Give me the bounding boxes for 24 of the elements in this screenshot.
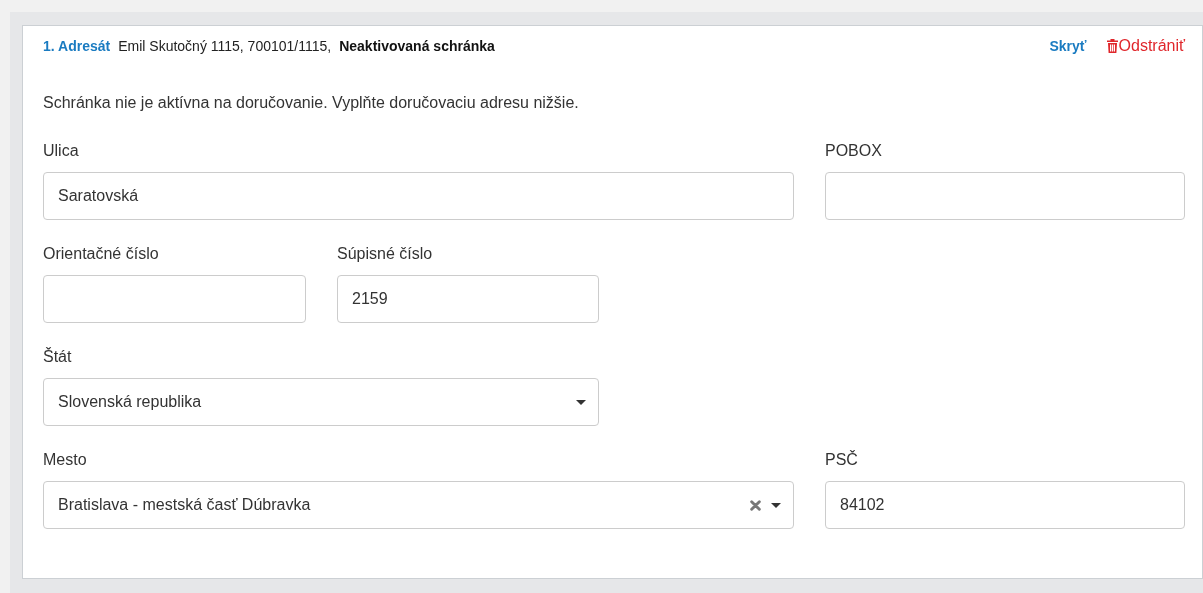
caret-icon	[576, 399, 586, 405]
trash-icon	[1106, 39, 1118, 53]
field-label: Ulica	[43, 141, 79, 161]
hide-link[interactable]: Skryť	[1049, 35, 1087, 57]
input-field[interactable]: 84102	[825, 481, 1185, 529]
input-field[interactable]	[43, 275, 306, 323]
field-label: Mesto	[43, 450, 87, 470]
remove-link[interactable]: Odstrániť	[1106, 34, 1185, 58]
input-field[interactable]: 2159	[337, 275, 599, 323]
dropdown-field[interactable]: Bratislava - mestská časť Dúbravka	[43, 481, 794, 529]
field-label: PSČ	[825, 450, 858, 470]
input-field[interactable]: Saratovská	[43, 172, 794, 220]
status-text: Neaktivovaná schránka	[339, 36, 495, 56]
input-field[interactable]	[825, 172, 1185, 220]
field-label: POBOX	[825, 141, 882, 161]
dropdown-field[interactable]: Slovenská republika	[43, 378, 599, 426]
field-label: Súpisné číslo	[337, 244, 433, 264]
clear-icon[interactable]	[750, 499, 761, 511]
field-label: Štát	[43, 347, 72, 367]
field-label: Orientačné číslo	[43, 244, 159, 264]
recipient-text: Emil Skutočný 1115, 700101/1115,	[118, 36, 332, 56]
section-title: 1. Adresát	[43, 36, 111, 56]
info-message: Schránka nie je aktívna na doručovanie. Vyplňte doručovaciu adresu nižšie.	[43, 93, 580, 113]
caret-icon	[771, 502, 781, 508]
